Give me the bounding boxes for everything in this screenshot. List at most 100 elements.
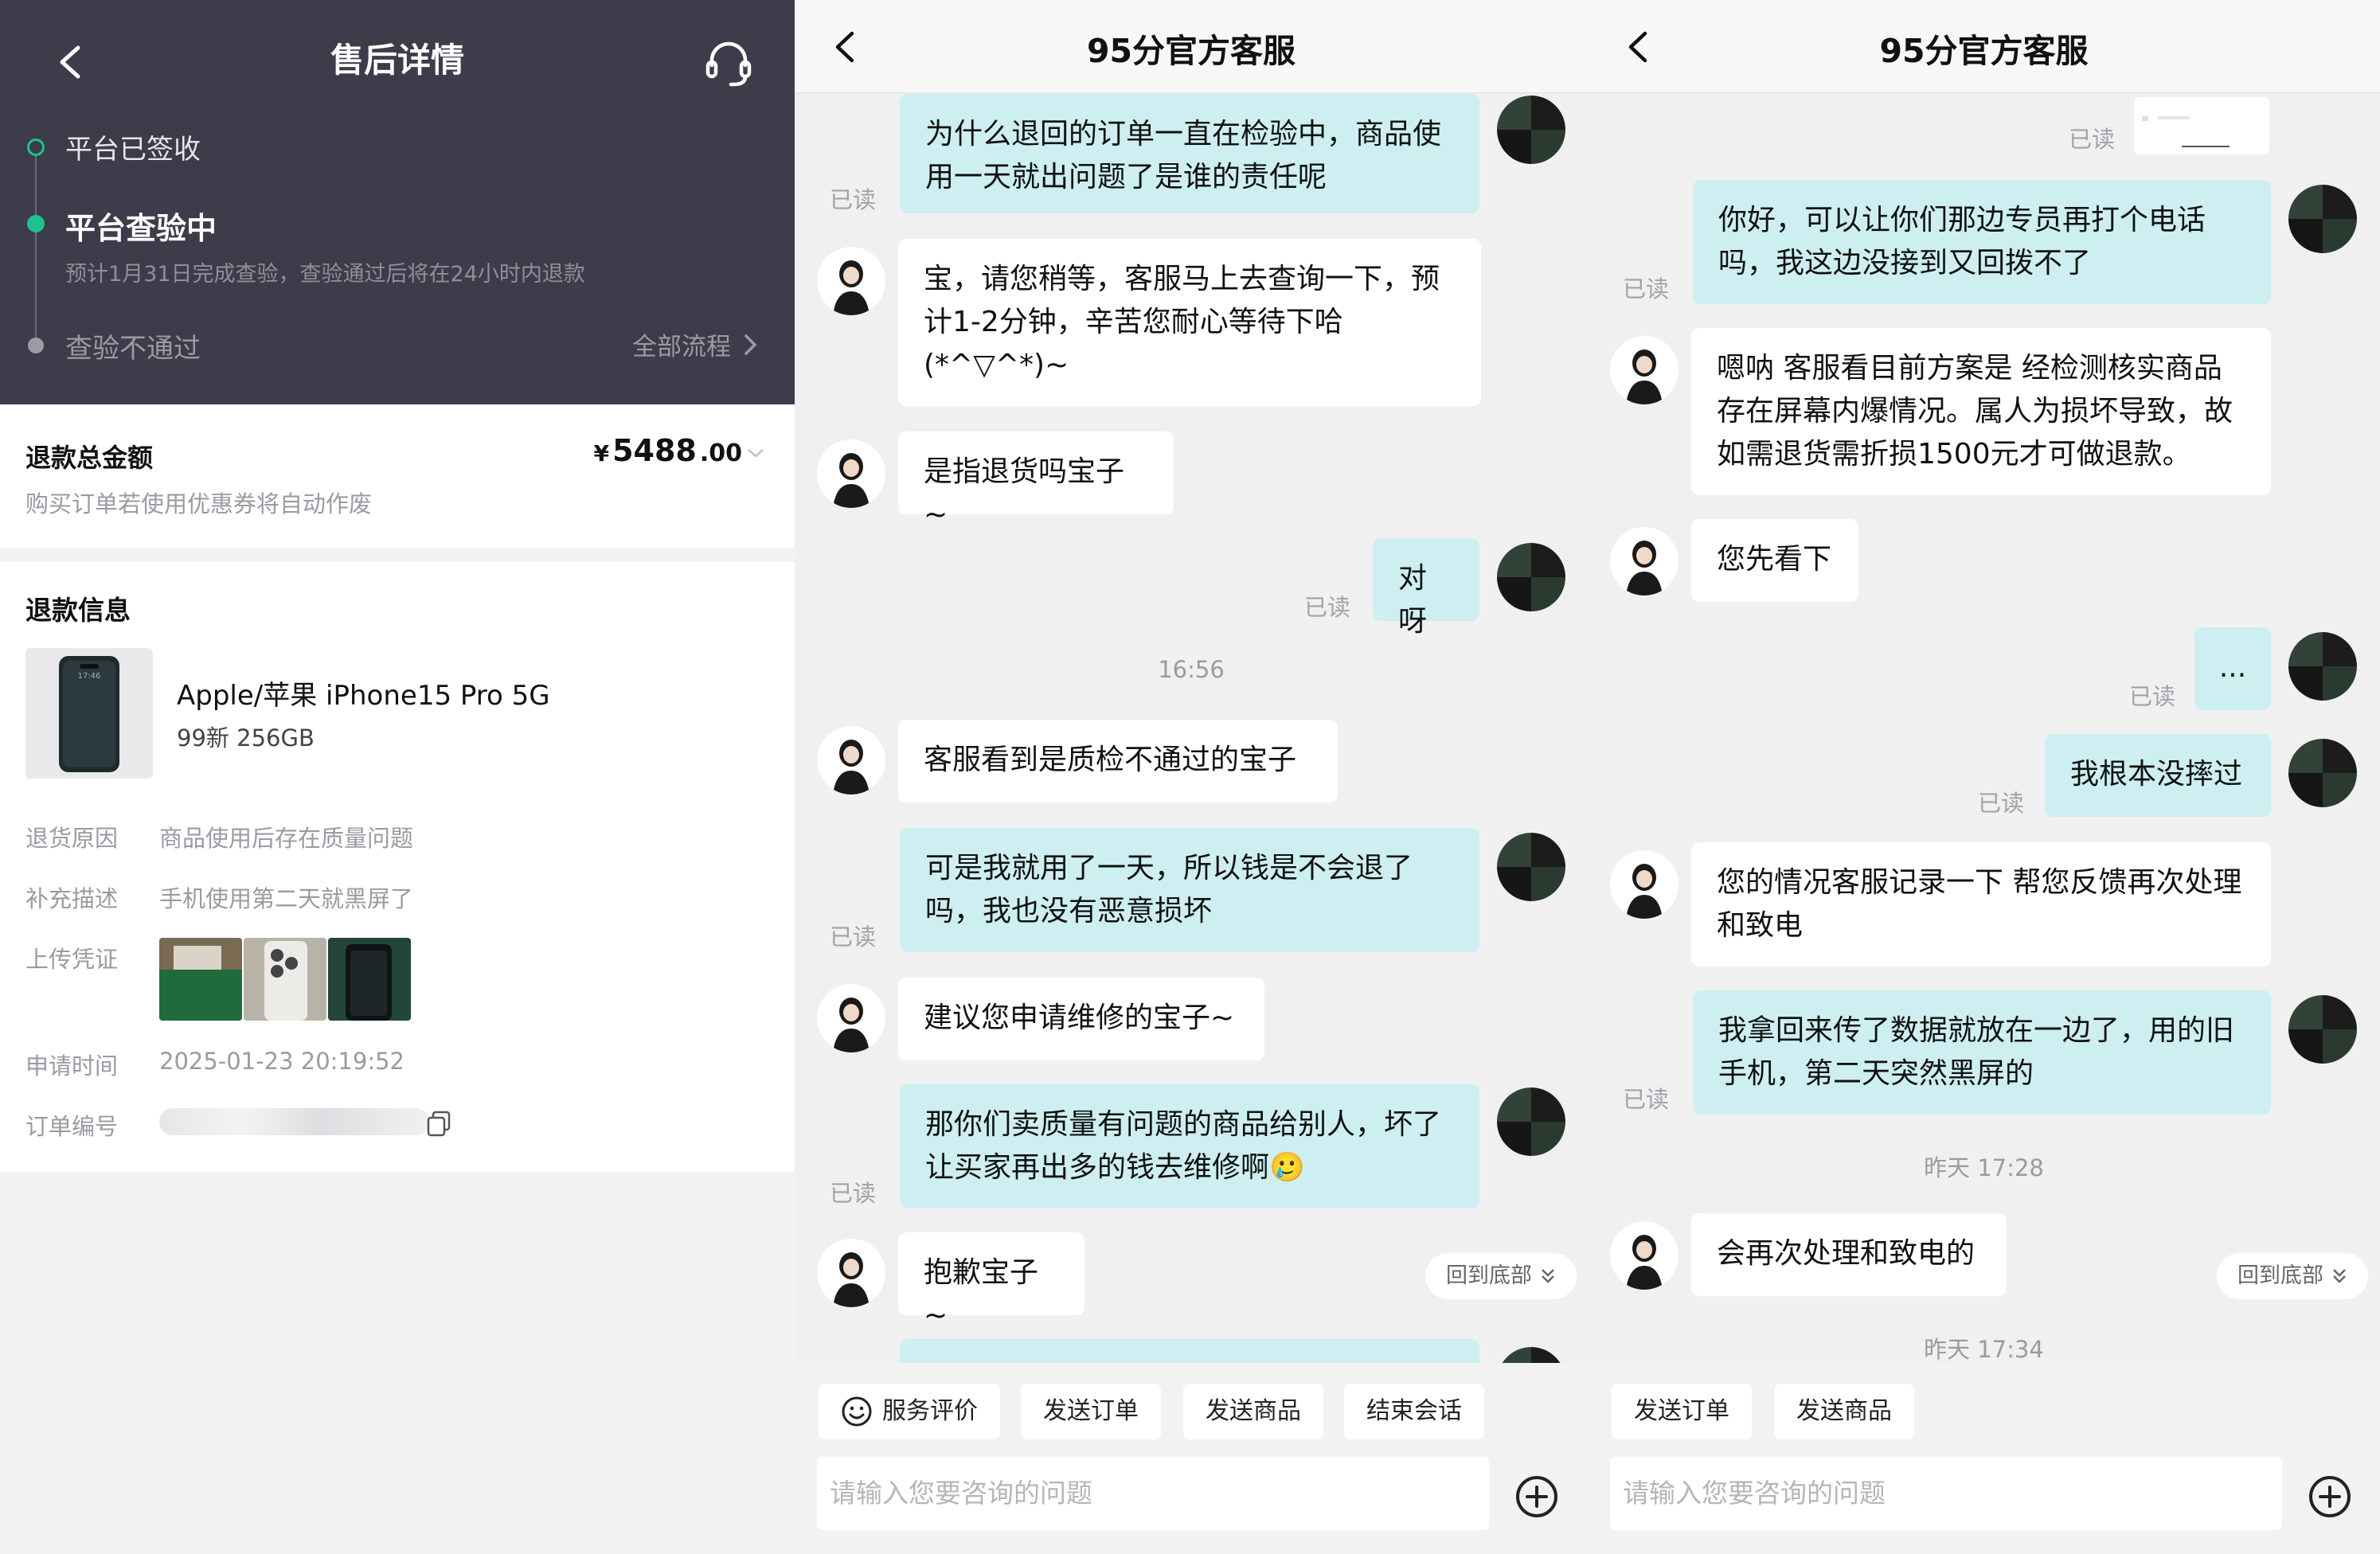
chat-panel-a: 95分官方客服 为什么退回的订单一直在检验中，商品使用一天就出问题了是谁的责任呢…	[795, 0, 1588, 1554]
chevron-down-icon	[748, 449, 764, 458]
refund-amount-card: 退款总金额 购买订单若使用优惠券将自动作废 ¥ 5488 .00	[0, 404, 795, 548]
timeline-step-inspecting: 平台查验中	[65, 211, 217, 246]
plus-circle-icon[interactable]	[1514, 1474, 1559, 1519]
chat-input[interactable]: 请输入您要咨询的问题	[1610, 1457, 2282, 1530]
chat-bottom-bar: 服务评价 发送订单 发送商品 结束会话 请输入您要咨询的问题	[795, 1363, 1588, 1554]
smile-icon	[842, 1396, 872, 1427]
double-chevron-down-icon	[1542, 1269, 1554, 1283]
amount-decimal: .00	[699, 439, 742, 467]
chat-header: 95分官方客服	[795, 0, 1588, 94]
message-bubble-agent[interactable]: 客服看到是质检不通过的宝子	[898, 720, 1338, 802]
user-avatar[interactable]	[2288, 185, 2357, 253]
refund-amount-value[interactable]: ¥ 5488 .00	[594, 433, 766, 468]
timestamp: 16:56	[1158, 656, 1225, 683]
chip-label: 发送商品	[1206, 1397, 1301, 1425]
timeline-step-received: 平台已签收	[65, 134, 201, 166]
send-order-button[interactable]: 发送订单	[1021, 1384, 1161, 1439]
message-bubble-agent[interactable]: 您先看下	[1691, 519, 1858, 602]
send-product-button[interactable]: 发送商品	[1774, 1384, 1914, 1439]
message-bubble-agent[interactable]: 会再次处理和致电的	[1691, 1213, 2007, 1296]
proof-image[interactable]	[244, 938, 326, 1021]
apply-time-value: 2025-01-23 20:19:52	[159, 1048, 404, 1075]
all-process-link[interactable]: 全部流程	[632, 326, 760, 362]
read-receipt: 已读	[830, 186, 877, 213]
apply-time-label: 申请时间	[25, 1052, 119, 1080]
back-to-bottom-button[interactable]: 回到底部	[2217, 1253, 2368, 1299]
agent-avatar-image	[1626, 349, 1663, 404]
page: 售后详情 平台已签收 平台查验中 预计1月31日完成查验，查验通过后将在24小时…	[0, 0, 2380, 1554]
message-bubble-user[interactable]: 那你们卖质量有问题的商品给别人，坏了让买家再出多的钱去维修啊🥲	[900, 1084, 1479, 1208]
agent-avatar[interactable]	[1610, 527, 1679, 595]
refund-amount-label: 退款总金额	[25, 443, 154, 473]
message-bubble-user[interactable]: 你好，可以让你们那边专员再打个电话吗，我这边没接到又回拨不了	[1693, 180, 2271, 304]
proof-image[interactable]	[328, 938, 411, 1021]
message-bubble-agent[interactable]: 您的情况客服记录一下 帮您反馈再次处理和致电	[1691, 842, 2271, 966]
plus-circle-icon[interactable]	[2308, 1474, 2352, 1519]
all-process-label: 全部流程	[632, 333, 731, 361]
message-bubble-user[interactable]: ...	[2194, 627, 2271, 710]
message-bubble-user[interactable]: 可是我就用了一天，所以钱是不会退了吗，我也没有恶意损坏	[900, 828, 1479, 952]
message-bubble-user[interactable]: 我拿回来传了数据就放在一边了，用的旧手机，第二天突然黑屏的	[1693, 990, 2271, 1115]
proof-photo-1	[159, 938, 242, 1021]
proof-photo-2	[244, 938, 326, 1021]
user-avatar[interactable]	[1497, 1087, 1565, 1156]
headset-icon[interactable]	[701, 35, 756, 91]
agent-avatar[interactable]	[817, 247, 885, 315]
agent-avatar[interactable]	[1610, 850, 1679, 919]
agent-avatar[interactable]	[1610, 336, 1679, 404]
refund-info-title: 退款信息	[25, 595, 131, 626]
timeline-dot-done	[27, 139, 45, 156]
user-avatar[interactable]	[1497, 543, 1565, 611]
end-session-button[interactable]: 结束会话	[1344, 1384, 1484, 1439]
message-bubble-user[interactable]: 为什么退回的订单一直在检验中，商品使用一天就出问题了是谁的责任呢	[900, 94, 1479, 213]
read-receipt: 已读	[830, 923, 877, 951]
amount-integer: 5488	[612, 433, 697, 468]
message-bubble-user[interactable]: 我根本没摔过	[2045, 734, 2271, 817]
chat-input[interactable]: 请输入您要咨询的问题	[817, 1457, 1489, 1530]
agent-avatar[interactable]	[817, 1239, 885, 1307]
chat-bottom-bar: 发送订单 发送商品 请输入您要咨询的问题	[1588, 1363, 2380, 1554]
user-avatar[interactable]	[1497, 833, 1565, 901]
send-product-button[interactable]: 发送商品	[1183, 1384, 1323, 1439]
chip-label: 结束会话	[1366, 1397, 1462, 1425]
message-bubble-user[interactable]: 对呀	[1373, 538, 1479, 638]
agent-avatar-image	[833, 998, 870, 1052]
copy-icon[interactable]	[425, 1110, 452, 1137]
proof-image[interactable]	[159, 938, 242, 1021]
product-spec: 99新 256GB	[177, 724, 315, 752]
timeline-dot-pending	[28, 338, 44, 353]
message-bubble-agent[interactable]: 抱歉宝子~	[898, 1232, 1084, 1332]
chevron-right-icon	[744, 334, 756, 355]
timeline-step-note: 预计1月31日完成查验，查验通过后将在24小时内退款	[65, 262, 585, 287]
image-message[interactable]	[2134, 97, 2269, 154]
agent-avatar[interactable]	[817, 439, 885, 508]
description-value: 手机使用第二天就黑屏了	[159, 885, 414, 912]
proof-label: 上传凭证	[25, 946, 119, 973]
image-message-preview	[2142, 116, 2230, 147]
read-receipt: 已读	[2069, 126, 2116, 153]
user-avatar[interactable]	[1497, 96, 1565, 164]
message-bubble-agent[interactable]: 是指退货吗宝子~	[898, 431, 1174, 531]
user-avatar[interactable]	[2288, 995, 2357, 1064]
service-rating-button[interactable]: 服务评价	[819, 1384, 1000, 1439]
phone-icon: 17:46	[25, 648, 153, 779]
timestamp: 昨天 17:34	[1924, 1336, 2044, 1363]
agent-avatar[interactable]	[1610, 1221, 1679, 1290]
message-bubble-agent[interactable]: 宝，请您稍等，客服马上去查询一下，预计1-2分钟，辛苦您耐心等待下哈(*^▽^*…	[898, 239, 1481, 406]
agent-avatar[interactable]	[817, 726, 885, 795]
refund-info-card: 退款信息 17:46 Apple/苹果 iPhone15 Pro 5G 99新 …	[0, 562, 795, 1172]
send-order-button[interactable]: 发送订单	[1612, 1384, 1752, 1439]
message-bubble-agent[interactable]: 嗯呐 客服看目前方案是 经检测核实商品存在屏幕内爆情况。属人为损坏导致，故如需退…	[1691, 328, 2271, 495]
chat-panel-b: 95分官方客服 已读 你好，可以让你们那边专员再打个电话吗，我这边没接到又回拨不…	[1588, 0, 2380, 1554]
product-image[interactable]: 17:46	[25, 648, 153, 779]
user-avatar[interactable]	[2288, 632, 2357, 701]
agent-avatar-image	[1626, 541, 1663, 595]
order-number-label: 订单编号	[25, 1113, 119, 1140]
user-avatar[interactable]	[2288, 739, 2357, 807]
back-to-bottom-button[interactable]: 回到底部	[1425, 1253, 1577, 1299]
agent-avatar[interactable]	[817, 984, 885, 1052]
chat-title: 95分官方客服	[1879, 32, 2089, 70]
read-receipt: 已读	[1304, 594, 1351, 621]
chat-title: 95分官方客服	[1086, 32, 1296, 70]
message-bubble-agent[interactable]: 建议您申请维修的宝子~	[898, 978, 1264, 1060]
